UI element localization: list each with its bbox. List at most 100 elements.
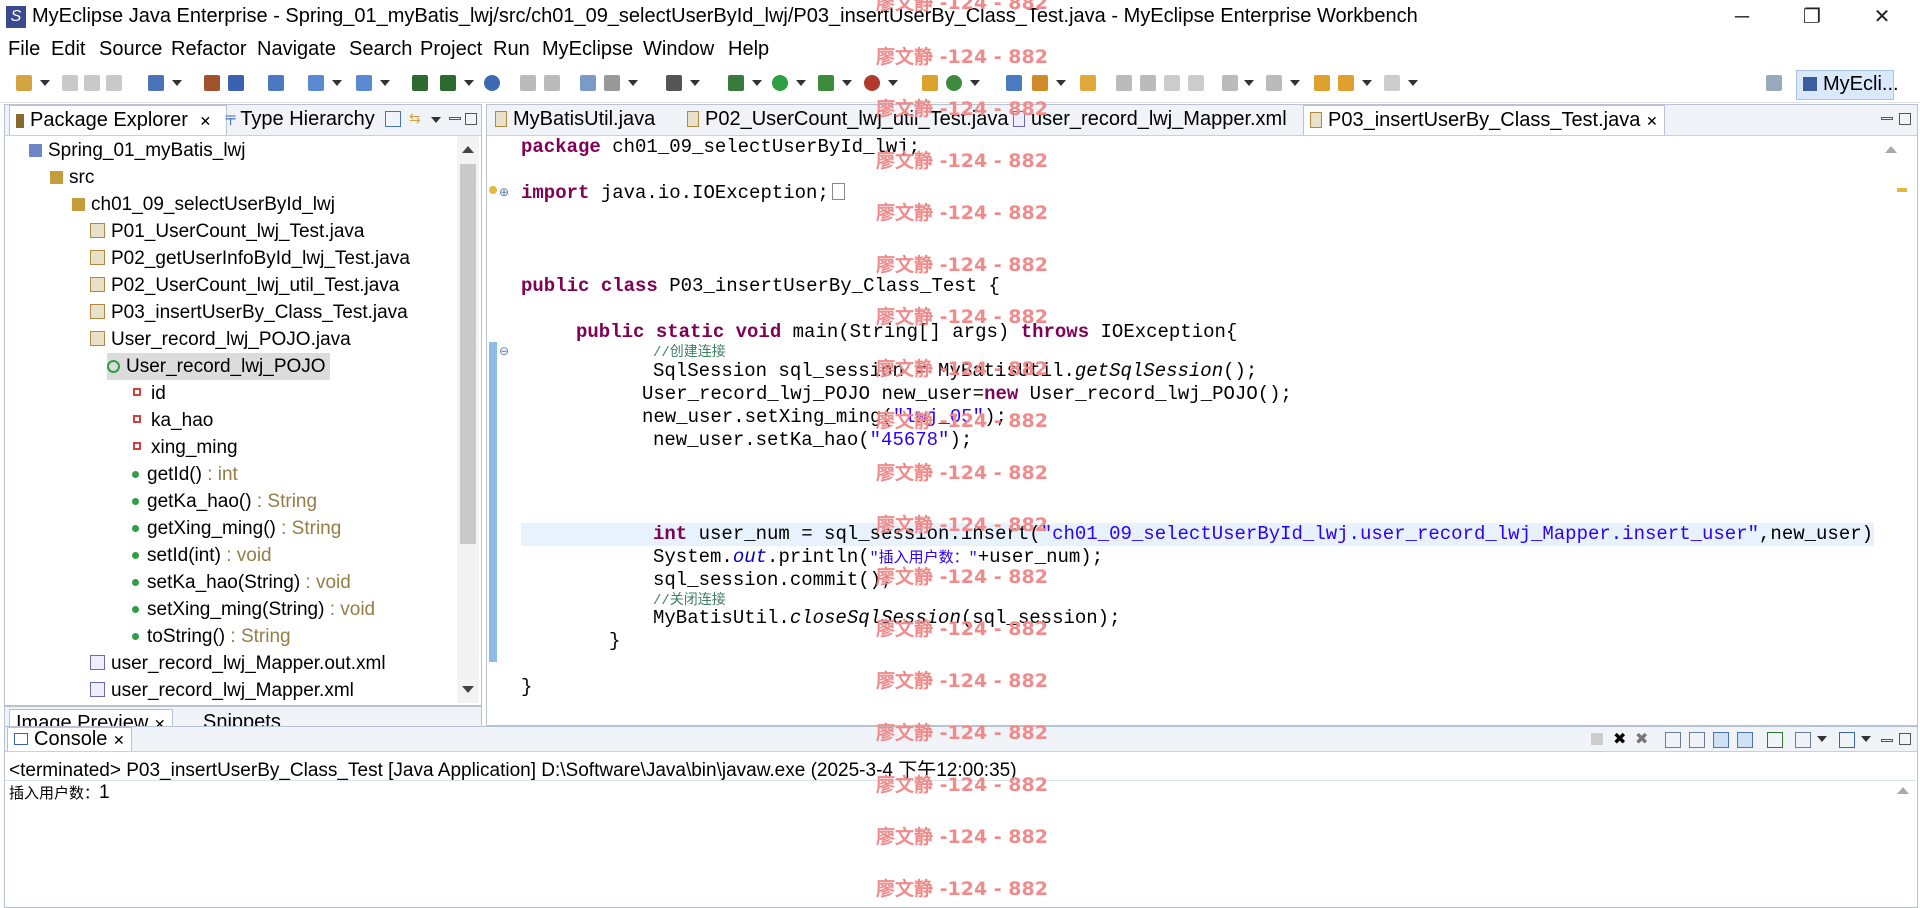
new-class-icon[interactable] bbox=[440, 75, 456, 91]
tree-item-method[interactable]: setId(int) : void bbox=[129, 542, 272, 569]
menu-refactor[interactable]: Refactor bbox=[171, 38, 247, 61]
toggle-mark-icon[interactable] bbox=[1164, 75, 1180, 91]
menu-search[interactable]: Search bbox=[349, 38, 412, 61]
tree-item-method[interactable]: getId() : int bbox=[129, 461, 238, 488]
menu-source[interactable]: Source bbox=[99, 38, 162, 61]
view-menu-icon[interactable] bbox=[431, 117, 441, 123]
scroll-up-icon[interactable] bbox=[462, 146, 474, 153]
chevron-down-icon[interactable] bbox=[1817, 736, 1827, 742]
tab-console[interactable]: Console ✕ bbox=[7, 727, 132, 751]
tree-item-file[interactable]: P01_UserCount_lwj_Test.java bbox=[90, 218, 364, 245]
close-icon[interactable]: ✕ bbox=[113, 732, 125, 748]
minimize-button[interactable]: ─ bbox=[1712, 2, 1772, 32]
tree-item-file[interactable]: P02_getUserInfoById_lwj_Test.java bbox=[90, 245, 410, 272]
open-folder-icon[interactable] bbox=[922, 75, 938, 91]
browser-icon[interactable] bbox=[268, 75, 284, 91]
print-icon[interactable] bbox=[106, 75, 122, 91]
last-edit-icon[interactable] bbox=[1314, 75, 1330, 91]
scroll-down-icon[interactable] bbox=[462, 686, 474, 693]
word-wrap-icon[interactable] bbox=[1713, 732, 1729, 748]
open-type-icon[interactable] bbox=[148, 75, 164, 91]
maximize-view-icon[interactable] bbox=[465, 113, 477, 125]
monitor-icon[interactable] bbox=[666, 75, 682, 91]
pin-console-icon[interactable] bbox=[1767, 732, 1783, 748]
tree-item-file[interactable]: P02_UserCount_lwj_util_Test.java bbox=[90, 272, 399, 299]
database-icon[interactable] bbox=[1006, 75, 1022, 91]
bookmark-icon[interactable] bbox=[1080, 75, 1096, 91]
menu-window[interactable]: Window bbox=[643, 38, 714, 61]
deploy-icon[interactable] bbox=[228, 75, 244, 91]
chevron-down-icon[interactable] bbox=[1056, 80, 1066, 86]
open-console-icon[interactable] bbox=[1839, 732, 1855, 748]
tree-item-file[interactable]: P03_insertUserBy_Class_Test.java bbox=[90, 299, 408, 326]
tree-item-method[interactable]: getKa_hao() : String bbox=[129, 488, 317, 515]
expand-icon[interactable]: ⊕ bbox=[499, 185, 509, 199]
back-icon[interactable] bbox=[1338, 75, 1354, 91]
chevron-down-icon[interactable] bbox=[842, 80, 852, 86]
remove-all-icon[interactable]: ✖ bbox=[1635, 729, 1648, 749]
tree-item-field[interactable]: ka_hao bbox=[129, 407, 213, 434]
find-icon[interactable] bbox=[356, 75, 372, 91]
collapse-all-icon[interactable] bbox=[385, 111, 401, 127]
server-icon[interactable] bbox=[204, 75, 220, 91]
chevron-down-icon[interactable] bbox=[464, 80, 474, 86]
run-icon[interactable] bbox=[772, 75, 788, 91]
maximize-view-icon[interactable] bbox=[1899, 733, 1911, 745]
folded-block-icon[interactable] bbox=[831, 183, 845, 200]
explorer-scrollbar[interactable] bbox=[457, 136, 479, 703]
perspective-switcher[interactable]: MyEcli... bbox=[1796, 70, 1899, 100]
close-icon[interactable]: ✕ bbox=[1646, 113, 1658, 129]
chevron-down-icon[interactable] bbox=[1861, 736, 1871, 742]
tree-item-package[interactable]: ch01_09_selectUserById_lwj bbox=[72, 191, 335, 218]
annotation-next-icon[interactable] bbox=[1140, 75, 1156, 91]
close-icon[interactable]: ✕ bbox=[199, 113, 211, 129]
chevron-down-icon[interactable] bbox=[628, 80, 638, 86]
new-package-icon[interactable] bbox=[412, 75, 428, 91]
open-perspective-icon[interactable] bbox=[1766, 75, 1782, 91]
edit-icon[interactable] bbox=[1032, 75, 1048, 91]
tab-package-explorer[interactable]: Package Explorer ✕ bbox=[9, 105, 227, 135]
tree-item-xml[interactable]: user_record_lwj_Mapper.out.xml bbox=[90, 650, 386, 677]
link-with-editor-icon[interactable]: ⇆ bbox=[409, 111, 423, 125]
tree-item-method[interactable]: getXing_ming() : String bbox=[129, 515, 341, 542]
scrollbar-thumb[interactable] bbox=[460, 164, 476, 544]
chevron-down-icon[interactable] bbox=[690, 80, 700, 86]
clear-console-icon[interactable] bbox=[1665, 732, 1681, 748]
scroll-lock-icon[interactable] bbox=[1689, 732, 1705, 748]
overview-ruler[interactable] bbox=[1877, 136, 1913, 724]
prev-annotation-icon[interactable] bbox=[1266, 75, 1282, 91]
chevron-down-icon[interactable] bbox=[752, 80, 762, 86]
chevron-down-icon[interactable] bbox=[1244, 80, 1254, 86]
chevron-down-icon[interactable] bbox=[1408, 80, 1418, 86]
chevron-down-icon[interactable] bbox=[380, 80, 390, 86]
warning-marker[interactable] bbox=[1897, 188, 1907, 192]
tree-item-field[interactable]: xing_ming bbox=[129, 434, 238, 461]
display-console-icon[interactable] bbox=[1795, 732, 1811, 748]
search-web-icon[interactable] bbox=[308, 75, 324, 91]
menu-project[interactable]: Project bbox=[420, 38, 482, 61]
coverage-icon[interactable] bbox=[864, 75, 880, 91]
remove-launch-icon[interactable]: ✖ bbox=[1613, 729, 1626, 749]
task-icon[interactable] bbox=[580, 75, 596, 91]
tree-item-method[interactable]: setXing_ming(String) : void bbox=[129, 596, 375, 623]
menu-navigate[interactable]: Navigate bbox=[257, 38, 336, 61]
menu-edit[interactable]: Edit bbox=[51, 38, 85, 61]
new-wizard-icon[interactable] bbox=[16, 75, 32, 91]
tree-item-xml[interactable]: user_record_lwj_Mapper.xml bbox=[90, 677, 354, 703]
forward-icon[interactable] bbox=[1384, 75, 1400, 91]
save-all-icon[interactable] bbox=[84, 75, 100, 91]
editor-tab[interactable]: MyBatisUtil.java bbox=[489, 105, 661, 134]
globe-icon[interactable] bbox=[484, 75, 500, 91]
chevron-down-icon[interactable] bbox=[332, 80, 342, 86]
restore-button[interactable]: ❐ bbox=[1782, 2, 1842, 32]
chevron-down-icon[interactable] bbox=[970, 80, 980, 86]
chevron-down-icon[interactable] bbox=[888, 80, 898, 86]
tree-item-file[interactable]: User_record_lwj_POJO.java bbox=[90, 326, 351, 353]
run-last-tool-icon[interactable] bbox=[818, 75, 834, 91]
tree-item-src[interactable]: src bbox=[50, 164, 94, 191]
tab-type-hierarchy[interactable]: ⫧ Type Hierarchy bbox=[219, 105, 381, 134]
code-editor[interactable]: package ch01_09_selectUserById_lwj; impo… bbox=[521, 136, 1874, 724]
pin-icon[interactable] bbox=[520, 75, 536, 91]
editor-tab[interactable]: user_record_lwj_Mapper.xml bbox=[1007, 105, 1293, 134]
menu-file[interactable]: File bbox=[8, 38, 40, 61]
